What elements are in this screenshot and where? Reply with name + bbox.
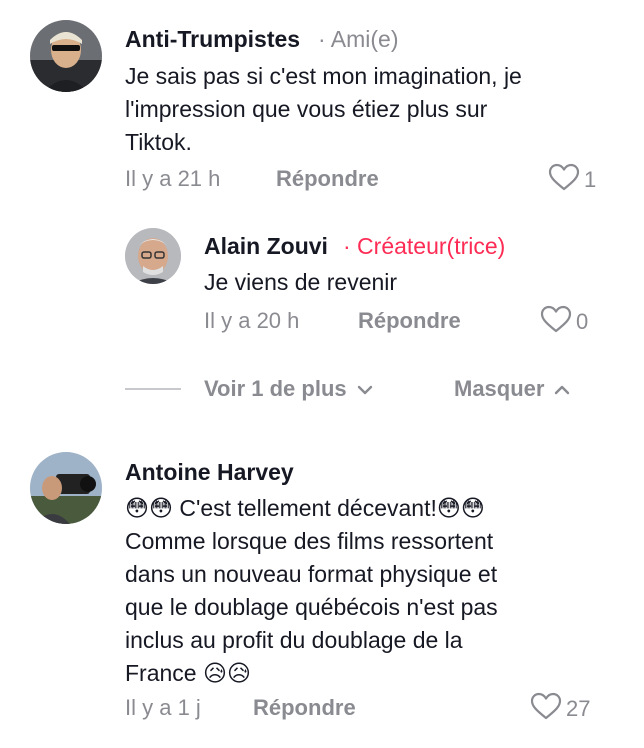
comment-text-line: que le doublage québécois n'est pas [125, 594, 498, 620]
hide-replies-button[interactable]: Masquer [454, 376, 570, 402]
heart-icon [540, 305, 572, 339]
like-button[interactable]: 1 [548, 163, 596, 197]
comment-time: Il y a 1 j [125, 695, 201, 720]
comment-text: Je sais pas si c'est mon imagination, je… [125, 60, 625, 159]
creator-badge: · Créateur(trice) [343, 233, 506, 259]
like-button[interactable]: 0 [540, 305, 588, 339]
like-count: 27 [566, 696, 591, 721]
heart-icon [530, 692, 562, 726]
view-more-replies-button[interactable]: Voir 1 de plus [204, 376, 373, 402]
avatar[interactable] [30, 452, 102, 524]
comment-text-line: Tiktok. [125, 129, 192, 155]
like-count: 0 [576, 309, 589, 334]
comment-author[interactable]: Anti-Trumpistes [125, 26, 300, 53]
thread-divider [125, 388, 181, 390]
friend-badge: · Ami(e) [318, 26, 399, 52]
comment-time: Il y a 21 h [125, 166, 221, 191]
chevron-down-icon [357, 376, 373, 402]
comment-text-line: l'impression que vous étiez plus sur [125, 96, 488, 122]
like-count: 1 [584, 167, 597, 192]
avatar[interactable] [125, 228, 181, 284]
reply-button[interactable]: Répondre [253, 695, 356, 721]
comment-text-line: dans un nouveau format physique et [125, 561, 498, 587]
comment-text-line: Comme lorsque des films ressortent [125, 528, 494, 554]
chevron-up-icon [554, 376, 570, 402]
comment-text-line: inclus au profit du doublage de la [125, 627, 463, 653]
avatar[interactable] [30, 20, 102, 92]
reply-time: Il y a 20 h [204, 308, 300, 333]
comment-text: 😳😳 C'est tellement décevant!😳😳 Comme lor… [125, 492, 625, 690]
comment-text-line: 😳😳 C'est tellement décevant!😳😳 [125, 495, 485, 521]
like-button[interactable]: 27 [530, 692, 590, 726]
comment-text-line: France 😥😥 [125, 660, 251, 686]
reply-author[interactable]: Alain Zouvi [204, 233, 328, 260]
heart-icon [548, 163, 580, 197]
reply-text: Je viens de revenir [204, 269, 398, 295]
view-more-label: Voir 1 de plus [204, 376, 347, 401]
comment-text-line: Je sais pas si c'est mon imagination, je [125, 63, 522, 89]
hide-label: Masquer [454, 376, 545, 401]
reply-button[interactable]: Répondre [276, 166, 379, 192]
comment-author[interactable]: Antoine Harvey [125, 459, 294, 486]
reply-button[interactable]: Répondre [358, 308, 461, 334]
